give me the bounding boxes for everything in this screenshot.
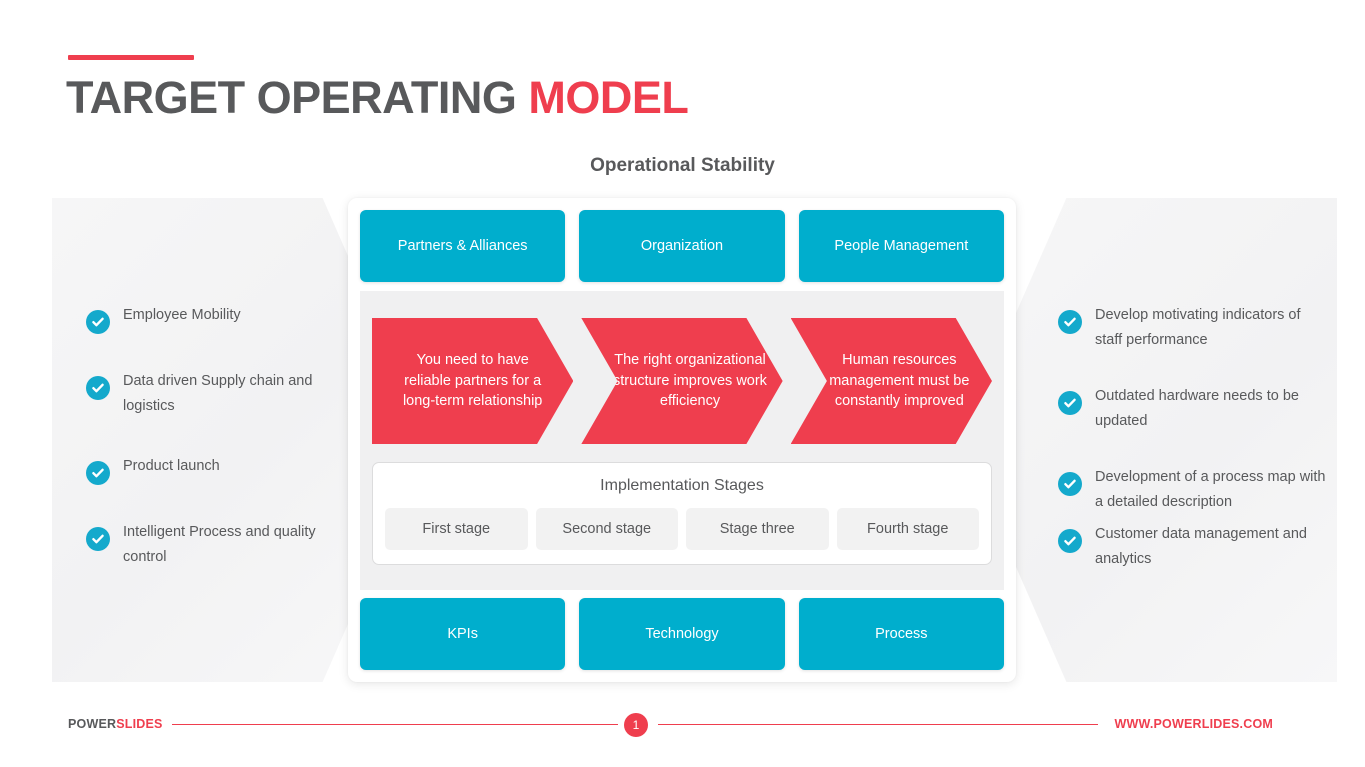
check-circle-icon [1058, 310, 1082, 334]
page-subtitle: Operational Stability [590, 155, 775, 176]
footer-divider-left [172, 724, 618, 725]
list-item-label: Data driven Supply chain and logistics [123, 373, 313, 414]
footer-brand-logo: POWERSLIDES [68, 717, 163, 731]
page-title: TARGET OPERATING MODEL [66, 72, 689, 124]
bottom-tab-row: KPIs Technology Process [360, 598, 1004, 670]
tab-people-management[interactable]: People Management [798, 210, 1004, 282]
card-inner-panel: You need to have reliable partners for a… [360, 291, 1004, 590]
check-circle-icon [1058, 391, 1082, 415]
chevron-label: Human resources management must be const… [829, 352, 970, 410]
stage-chip-second[interactable]: Second stage [535, 508, 678, 550]
tab-organization[interactable]: Organization [579, 210, 785, 282]
check-circle-icon [1058, 472, 1082, 496]
list-item[interactable]: Product launch [86, 451, 331, 485]
list-item[interactable]: Data driven Supply chain and logistics [86, 366, 331, 419]
left-bullet-list: Employee Mobility Data driven Supply cha… [86, 300, 331, 602]
chevron-people-management[interactable]: Human resources management must be const… [790, 318, 992, 444]
tab-partners-alliances[interactable]: Partners & Alliances [360, 210, 566, 282]
list-item-label: Product launch [123, 458, 220, 474]
list-item[interactable]: Development of a process map with a deta… [1058, 462, 1326, 515]
stage-chip-first[interactable]: First stage [385, 508, 528, 550]
stage-chip-fourth[interactable]: Fourth stage [836, 508, 979, 550]
list-item-label: Employee Mobility [123, 307, 241, 323]
right-bullet-list: Develop motivating indicators of staff p… [1058, 300, 1326, 600]
implementation-stages-row: First stage Second stage Stage three Fou… [385, 508, 979, 550]
footer-brand-accent: SLIDES [116, 717, 163, 731]
footer-website-url[interactable]: WWW.POWERLIDES.COM [1115, 717, 1273, 731]
title-accent-bar [68, 55, 194, 60]
chevron-row: You need to have reliable partners for a… [372, 318, 992, 444]
chevron-label: The right organizational structure impro… [613, 352, 767, 410]
list-item-label: Outdated hardware needs to be updated [1095, 388, 1299, 429]
page-title-accent: MODEL [528, 72, 689, 123]
operating-model-card: Partners & Alliances Organization People… [348, 198, 1016, 682]
footer-brand-main: POWER [68, 717, 117, 731]
list-item-label: Intelligent Process and quality control [123, 524, 316, 565]
implementation-stages-box: Implementation Stages First stage Second… [372, 462, 992, 565]
page-number-badge: 1 [624, 713, 648, 737]
list-item-label: Customer data management and analytics [1095, 526, 1307, 567]
top-tab-row: Partners & Alliances Organization People… [360, 210, 1004, 282]
page-title-main: TARGET OPERATING [66, 72, 529, 123]
chevron-label: You need to have reliable partners for a… [402, 352, 543, 410]
stage-chip-three[interactable]: Stage three [686, 508, 829, 550]
check-circle-icon [86, 376, 110, 400]
list-item[interactable]: Employee Mobility [86, 300, 331, 334]
check-circle-icon [1058, 529, 1082, 553]
check-circle-icon [86, 461, 110, 485]
check-circle-icon [86, 527, 110, 551]
list-item-label: Develop motivating indicators of staff p… [1095, 307, 1301, 348]
list-item[interactable]: Intelligent Process and quality control [86, 517, 331, 570]
tab-technology[interactable]: Technology [579, 598, 785, 670]
list-item[interactable]: Develop motivating indicators of staff p… [1058, 300, 1326, 353]
chevron-partners[interactable]: You need to have reliable partners for a… [372, 318, 574, 444]
footer-divider-right [658, 724, 1098, 725]
list-item[interactable]: Customer data management and analytics [1058, 519, 1326, 572]
slide: TARGET OPERATING MODEL Operational Stabi… [0, 0, 1365, 767]
list-item-label: Development of a process map with a deta… [1095, 469, 1326, 510]
check-circle-icon [86, 310, 110, 334]
tab-kpis[interactable]: KPIs [360, 598, 566, 670]
implementation-stages-title: Implementation Stages [600, 477, 764, 494]
footer: POWERSLIDES WWW.POWERLIDES.COM [0, 708, 1365, 744]
tab-process[interactable]: Process [798, 598, 1004, 670]
chevron-organization[interactable]: The right organizational structure impro… [581, 318, 783, 444]
list-item[interactable]: Outdated hardware needs to be updated [1058, 381, 1326, 434]
